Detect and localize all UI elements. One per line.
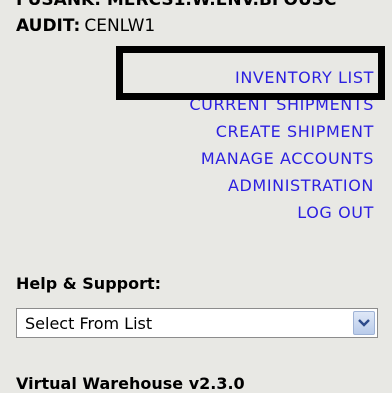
- chevron-down-icon: [358, 319, 370, 327]
- sidebar-panel: FUSANK: MERCS1.W.ENV.BFOUSC AUDIT: CENLW1…: [0, 0, 392, 393]
- help-support-select[interactable]: Select From List: [16, 308, 378, 338]
- audit-info: AUDIT: CENLW1: [16, 16, 155, 36]
- cutoff-header-text: FUSANK: MERCS1.W.ENV.BFOUSC: [16, 0, 337, 10]
- nav-create-shipment-link[interactable]: CREATE SHIPMENT: [189, 118, 374, 145]
- help-support-heading: Help & Support:: [16, 274, 162, 293]
- help-support-select-value: Select From List: [25, 314, 153, 333]
- dropdown-button[interactable]: [353, 311, 375, 335]
- nav-inventory-list-link[interactable]: INVENTORY LIST: [189, 64, 374, 91]
- audit-value: CENLW1: [84, 16, 156, 36]
- nav-current-shipments-link[interactable]: CURRENT SHIPMENTS: [189, 91, 374, 118]
- nav-administration-link[interactable]: ADMINISTRATION: [189, 172, 374, 199]
- version-text: Virtual Warehouse v2.3.0: [16, 374, 245, 393]
- nav-manage-accounts-link[interactable]: MANAGE ACCOUNTS: [189, 145, 374, 172]
- audit-label: AUDIT:: [16, 16, 81, 36]
- nav-log-out-link[interactable]: LOG OUT: [189, 199, 374, 226]
- nav-menu: INVENTORY LIST CURRENT SHIPMENTS CREATE …: [189, 64, 374, 226]
